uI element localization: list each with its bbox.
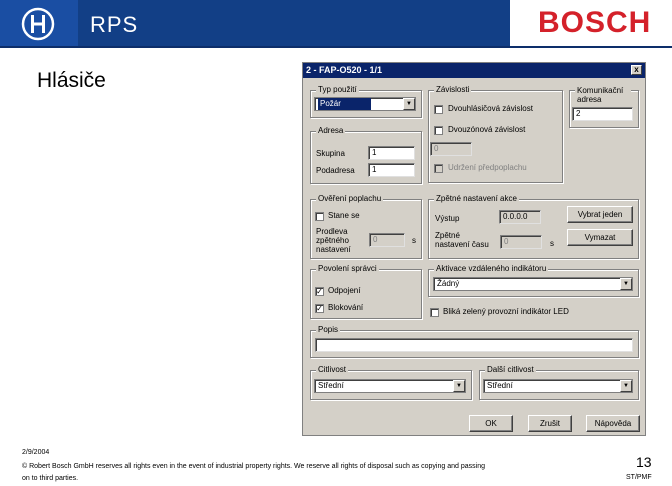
blika-checkbox[interactable] xyxy=(430,308,439,317)
footer-copyright: © Robert Bosch GmbH reserves all rights … xyxy=(22,463,485,482)
group-zavislosti-title: Závislosti xyxy=(434,84,472,96)
dvouzonova-label: Dvouzónová závislost xyxy=(448,125,526,134)
group-overeni-title: Ověření poplachu xyxy=(316,193,384,205)
vymazat-button[interactable]: Vymazat xyxy=(567,229,633,246)
footer-date: 2/9/2004 xyxy=(22,449,50,456)
close-icon[interactable]: x xyxy=(631,65,642,75)
citlivost-select[interactable]: Střední ▼ xyxy=(314,379,466,393)
page-code: ST/PMF xyxy=(626,474,652,481)
vybrat-jeden-button[interactable]: Vybrat jeden xyxy=(567,206,633,223)
udrzeni-label: Udržení předpoplachu xyxy=(448,163,527,172)
blokovani-label: Blokování xyxy=(328,303,364,312)
group-aktivace-title: Aktivace vzdáleného indikátoru xyxy=(434,263,549,275)
zone-count-input[interactable]: 0 xyxy=(430,142,472,156)
odpojeni-label: Odpojení xyxy=(328,286,361,295)
brand-logo: BOSCH xyxy=(510,0,672,48)
header-bar xyxy=(78,0,510,48)
dvouzonova-checkbox[interactable] xyxy=(434,126,443,135)
brand-text: BOSCH xyxy=(538,6,652,39)
popis-input[interactable] xyxy=(315,338,633,352)
header: RPS BOSCH xyxy=(0,0,672,48)
header-divider xyxy=(0,46,672,48)
bosch-anchor-icon xyxy=(21,7,55,41)
dialog-titlebar: 2 - FAP-O520 - 1/1 x xyxy=(303,63,645,78)
dialog-title: 2 - FAP-O520 - 1/1 xyxy=(306,65,383,75)
group-zpetne-title: Zpětné nastavení akce xyxy=(434,193,519,205)
vystup-input[interactable]: 0.0.0.0 xyxy=(499,210,541,224)
komunikacni-input[interactable]: 2 xyxy=(572,107,633,121)
group-komunikacni-title: Komunikační adresa xyxy=(575,86,631,104)
odpojeni-checkbox[interactable]: ✓ xyxy=(315,287,324,296)
group-dalsi-title: Další citlivost xyxy=(485,364,536,376)
blika-label: Bliká zelený provozní indikátor LED xyxy=(443,307,569,316)
podadresa-input[interactable]: 1 xyxy=(368,163,415,177)
stane-se-checkbox[interactable] xyxy=(315,212,324,221)
bosch-anchor-logo xyxy=(0,0,78,48)
dalsi-select[interactable]: Střední ▼ xyxy=(483,379,633,393)
prodleva-input[interactable]: 0 xyxy=(369,233,405,247)
cas-unit: s xyxy=(550,239,554,248)
slide-title: Hlásiče xyxy=(37,69,106,92)
zrusit-button[interactable]: Zrušit xyxy=(528,415,572,432)
udrzeni-checkbox[interactable] xyxy=(434,164,443,173)
group-adresa-title: Adresa xyxy=(316,125,346,137)
komunikacni-label: Komunikační adresa xyxy=(577,86,624,104)
app-name: RPS xyxy=(90,12,139,37)
typ-select[interactable]: Požár ▼ xyxy=(314,97,416,111)
blokovani-checkbox[interactable]: ✓ xyxy=(315,304,324,313)
citlivost-select-value: Střední xyxy=(318,381,344,390)
stane-se-label: Stane se xyxy=(328,211,360,220)
aktivace-select[interactable]: Žádný ▼ xyxy=(433,277,633,291)
prodleva-unit: s xyxy=(412,236,416,245)
cas-label: Zpětné nastavení času xyxy=(435,231,489,249)
chevron-down-icon[interactable]: ▼ xyxy=(620,278,632,290)
aktivace-select-value: Žádný xyxy=(437,279,460,288)
group-povoleni: Povolení správci xyxy=(310,263,422,319)
vystup-label: Výstup xyxy=(435,214,460,223)
dvouhlasicova-checkbox[interactable] xyxy=(434,105,443,114)
prodleva-label: Prodleva zpětného nastavení xyxy=(316,227,351,254)
podadresa-label: Podadresa xyxy=(316,166,355,175)
ok-button[interactable]: OK xyxy=(469,415,513,432)
typ-select-value: Požár xyxy=(318,98,371,110)
skupina-input[interactable]: 1 xyxy=(368,146,415,160)
chevron-down-icon[interactable]: ▼ xyxy=(620,380,632,392)
dalsi-select-value: Střední xyxy=(487,381,513,390)
napoveda-button[interactable]: Nápověda xyxy=(586,415,640,432)
chevron-down-icon[interactable]: ▼ xyxy=(453,380,465,392)
chevron-down-icon[interactable]: ▼ xyxy=(403,98,415,110)
skupina-label: Skupina xyxy=(316,149,345,158)
page-number: 13 xyxy=(636,454,652,470)
dvouhlasicova-label: Dvouhlásičová závislost xyxy=(448,104,533,113)
group-typ-title: Typ použití xyxy=(316,84,359,96)
group-povoleni-title: Povolení správci xyxy=(316,263,379,275)
group-citlivost-title: Citlivost xyxy=(316,364,349,376)
group-popis-title: Popis xyxy=(316,324,341,336)
cas-input[interactable]: 0 xyxy=(500,235,542,249)
detector-dialog: 2 - FAP-O520 - 1/1 x Typ použití Požár ▼… xyxy=(302,62,646,436)
